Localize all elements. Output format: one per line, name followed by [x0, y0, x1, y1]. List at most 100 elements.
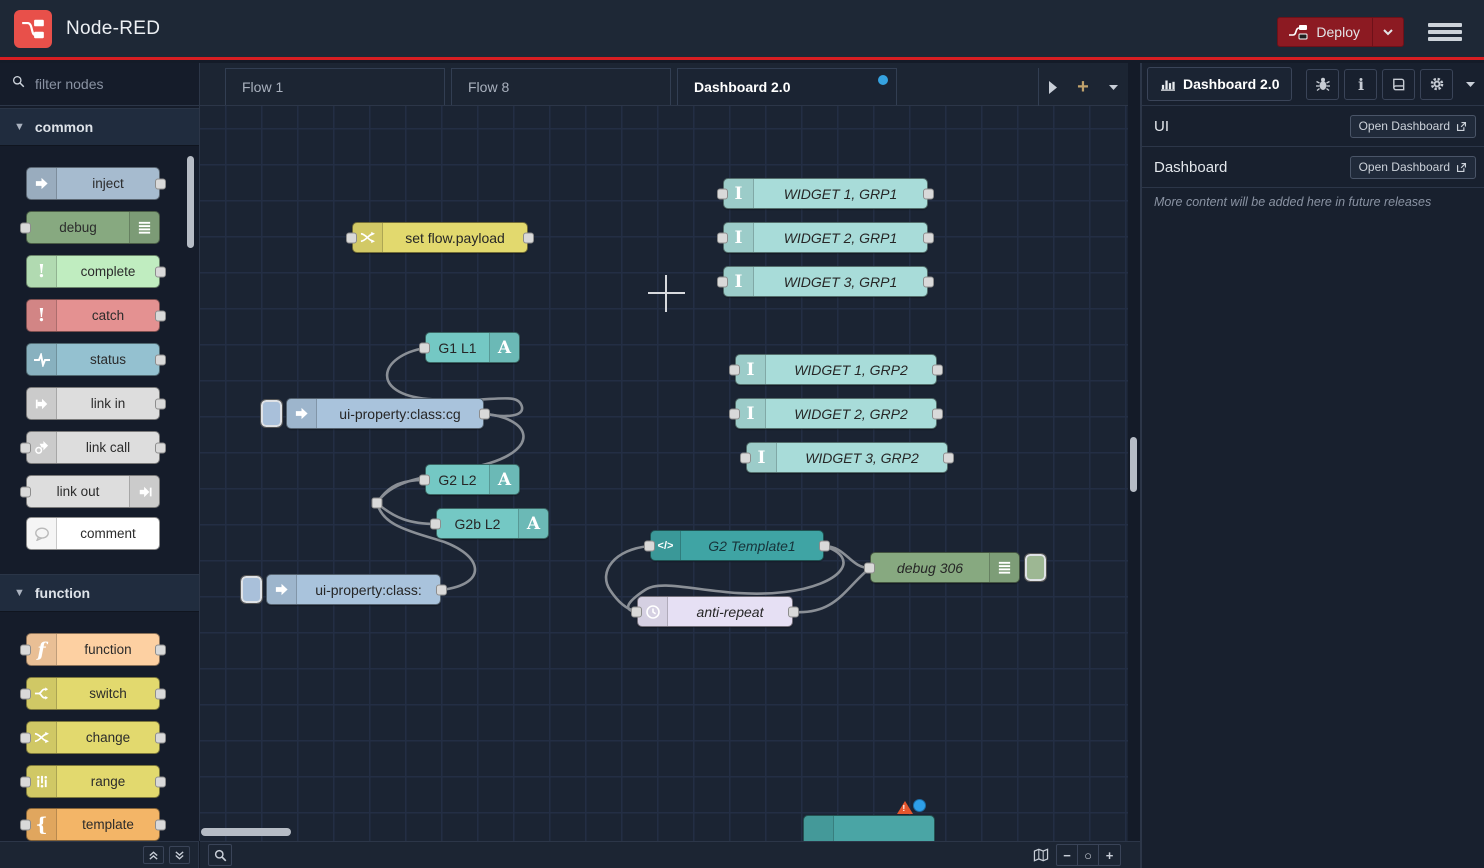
open-dashboard-button-ui[interactable]: Open Dashboard [1350, 115, 1476, 138]
canvas-h-scrollbar[interactable] [201, 828, 291, 836]
node-widget-1-grp2[interactable]: I WIDGET 1, GRP2 [735, 354, 937, 385]
palette-filter[interactable] [0, 63, 199, 106]
wire[interactable] [377, 503, 436, 524]
debug-toggle-button[interactable] [1025, 554, 1046, 581]
node-set-flow-payload[interactable]: set flow.payload [352, 222, 528, 253]
output-port[interactable] [819, 540, 830, 551]
main-menu-button[interactable] [1428, 20, 1462, 44]
wire-junction[interactable] [372, 498, 382, 508]
node-widget-2-grp2[interactable]: I WIDGET 2, GRP2 [735, 398, 937, 429]
palette-node-comment[interactable]: comment [26, 517, 160, 550]
input-port[interactable] [20, 486, 31, 497]
output-port[interactable] [932, 408, 943, 419]
output-port[interactable] [943, 452, 954, 463]
minimap-toggle-button[interactable] [1030, 844, 1052, 866]
node-debug-306[interactable]: debug 306 [870, 552, 1020, 583]
node-bottom-partial[interactable] [803, 815, 935, 841]
input-port[interactable] [430, 518, 441, 529]
palette-node-function[interactable]: f function [26, 633, 160, 666]
inject-button[interactable] [241, 576, 262, 603]
output-port[interactable] [155, 442, 166, 453]
input-port[interactable] [20, 644, 31, 655]
zoom-in-button[interactable]: + [1099, 845, 1120, 865]
output-port[interactable] [155, 688, 166, 699]
node-widget-2-grp1[interactable]: I WIDGET 2, GRP1 [723, 222, 928, 253]
wire[interactable] [377, 480, 425, 503]
node-g2b-l2[interactable]: G2b L2 A [436, 508, 549, 539]
output-port[interactable] [155, 178, 166, 189]
input-port[interactable] [729, 408, 740, 419]
help-tab[interactable] [1382, 69, 1415, 100]
palette-category-common[interactable]: ▼ common [0, 108, 199, 146]
input-port[interactable] [346, 232, 357, 243]
output-port[interactable] [436, 584, 447, 595]
config-tab[interactable] [1420, 69, 1453, 100]
node-widget-3-grp1[interactable]: I WIDGET 3, GRP1 [723, 266, 928, 297]
flow-canvas[interactable]: set flow.payload I WIDGET 1, GRP1 I WIDG… [200, 106, 1128, 841]
node-widget-3-grp2[interactable]: I WIDGET 3, GRP2 [746, 442, 948, 473]
sidebar-more-tabs-chevron[interactable] [1465, 75, 1476, 93]
next-tab-icon[interactable] [1048, 81, 1058, 94]
node-anti-repeat[interactable]: anti-repeat [637, 596, 793, 627]
palette-node-link-out[interactable]: link out [26, 475, 160, 508]
palette-scrollbar[interactable] [187, 156, 194, 248]
output-port[interactable] [932, 364, 943, 375]
input-port[interactable] [644, 540, 655, 551]
tab-dashboard-2[interactable]: Dashboard 2.0 [677, 68, 897, 105]
output-port[interactable] [923, 188, 934, 199]
input-port[interactable] [729, 364, 740, 375]
deploy-options-caret[interactable] [1372, 18, 1403, 46]
output-port[interactable] [155, 354, 166, 365]
output-port[interactable] [155, 644, 166, 655]
info-tab[interactable]: i [1344, 69, 1377, 100]
input-port[interactable] [20, 688, 31, 699]
output-port[interactable] [155, 776, 166, 787]
node-g1-l1[interactable]: G1 L1 A [425, 332, 520, 363]
palette-node-link-call[interactable]: link call [26, 431, 160, 464]
output-port[interactable] [155, 819, 166, 830]
palette-node-range[interactable]: range [26, 765, 160, 798]
output-port[interactable] [788, 606, 799, 617]
search-flows-button[interactable] [208, 844, 232, 866]
output-port[interactable] [479, 408, 490, 419]
input-port[interactable] [20, 776, 31, 787]
output-port[interactable] [523, 232, 534, 243]
output-port[interactable] [155, 732, 166, 743]
zoom-out-button[interactable]: − [1057, 845, 1078, 865]
palette-node-switch[interactable]: switch [26, 677, 160, 710]
collapse-all-button[interactable] [143, 846, 164, 864]
node-g2-template1[interactable]: </> G2 Template1 [650, 530, 824, 561]
input-port[interactable] [419, 342, 430, 353]
palette-node-inject[interactable]: inject [26, 167, 160, 200]
flow-list-chevron-icon[interactable] [1108, 84, 1119, 91]
input-port[interactable] [419, 474, 430, 485]
input-port[interactable] [20, 819, 31, 830]
node-inject-ui-property-2[interactable]: ui-property:class: [266, 574, 441, 605]
input-port[interactable] [740, 452, 751, 463]
palette-node-catch[interactable]: ! catch [26, 299, 160, 332]
open-dashboard-button-dashboard[interactable]: Open Dashboard [1350, 156, 1476, 179]
expand-all-button[interactable] [169, 846, 190, 864]
input-port[interactable] [717, 276, 728, 287]
add-flow-button[interactable]: + [1077, 76, 1089, 99]
input-port[interactable] [717, 232, 728, 243]
sidebar-tab-dashboard[interactable]: Dashboard 2.0 [1147, 67, 1292, 101]
palette-node-change[interactable]: change [26, 721, 160, 754]
tab-flow-8[interactable]: Flow 8 [451, 68, 671, 105]
wire[interactable] [793, 568, 870, 612]
node-g2-l2[interactable]: G2 L2 A [425, 464, 520, 495]
canvas-v-scrollbar[interactable] [1130, 437, 1137, 492]
palette-node-template[interactable]: { template [26, 808, 160, 841]
output-port[interactable] [923, 232, 934, 243]
output-port[interactable] [155, 398, 166, 409]
input-port[interactable] [20, 222, 31, 233]
input-port[interactable] [20, 442, 31, 453]
inject-button[interactable] [261, 400, 282, 427]
debug-messages-tab[interactable] [1306, 69, 1339, 100]
tab-flow-1[interactable]: Flow 1 [225, 68, 445, 105]
palette-node-complete[interactable]: ! complete [26, 255, 160, 288]
output-port[interactable] [155, 310, 166, 321]
palette-filter-input[interactable] [33, 75, 183, 93]
node-inject-ui-property-cg[interactable]: ui-property:class:cg [286, 398, 484, 429]
palette-node-link-in[interactable]: link in [26, 387, 160, 420]
